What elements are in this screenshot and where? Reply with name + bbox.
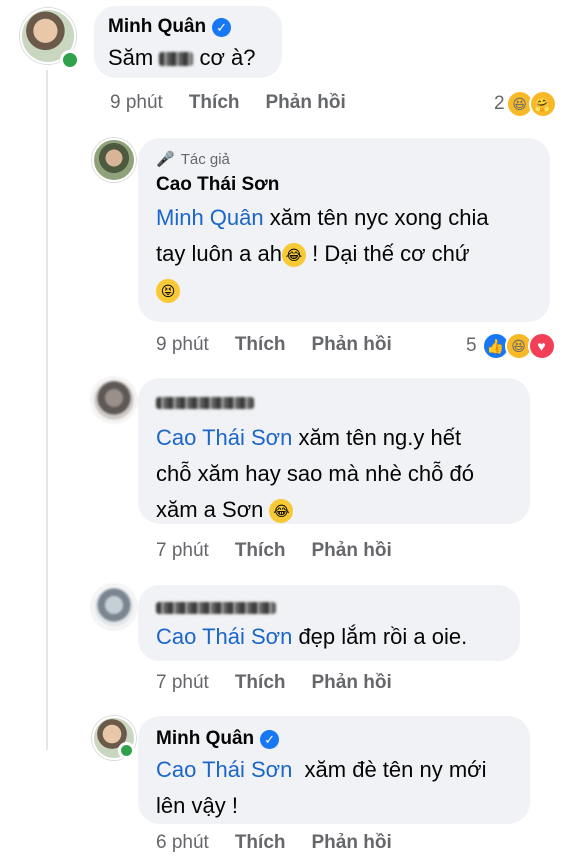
reply-button[interactable]: Phản hồi: [312, 672, 392, 694]
comment-line: ! Dại thế cơ chứ: [305, 241, 470, 266]
laughing-emoji-icon: 😂: [269, 499, 294, 524]
comment-line: xăm tên ng.y hết: [292, 425, 462, 450]
microphone-icon: 🎤: [156, 151, 175, 168]
avatar[interactable]: [92, 585, 136, 629]
verified-badge-icon: ✓: [260, 729, 280, 749]
love-reaction-icon: ♥: [527, 332, 556, 360]
mention-link[interactable]: Minh Quân: [156, 205, 264, 230]
laughing-emoji-icon: 😂: [281, 243, 306, 268]
mention-link[interactable]: Cao Thái Sơn: [156, 624, 292, 649]
like-button[interactable]: Thích: [235, 832, 286, 854]
comment-text-start: Săm: [108, 45, 154, 70]
like-button[interactable]: Thích: [235, 540, 286, 562]
comment-text-end: cơ à?: [199, 45, 256, 70]
timestamp[interactable]: 7 phút: [156, 540, 209, 562]
comment-actions: 9 phút Thích Phản hồi: [110, 92, 346, 114]
tongue-out-emoji-icon: 😝: [156, 279, 180, 304]
comment-line: tay luôn a ah: [156, 241, 282, 266]
commenter-name-censored[interactable]: [156, 599, 506, 617]
verified-badge-icon: ✓: [212, 17, 232, 37]
commenter-name-text[interactable]: Minh Quân: [108, 16, 206, 38]
comment-line: xăm a Sơn: [156, 497, 264, 522]
comment-line: xăm tên nyc xong chia: [263, 205, 489, 230]
reply-button[interactable]: Phản hồi: [266, 92, 346, 114]
reaction-count: 5: [466, 335, 477, 356]
timestamp[interactable]: 9 phút: [156, 334, 209, 356]
comment-text: Săm cơ à?: [108, 40, 256, 76]
comment-actions: 7 phút Thích Phản hồi: [156, 540, 392, 562]
timestamp[interactable]: 6 phút: [156, 832, 209, 854]
comment-line: đẹp lắm rồi a oie.: [292, 624, 468, 649]
commenter-name-text[interactable]: Cao Thái Sơn: [156, 174, 279, 196]
author-badge: 🎤 Tác giả: [156, 150, 536, 169]
censored-name: [156, 396, 254, 409]
reaction-summary[interactable]: 5 👍 😆 ♥: [466, 332, 556, 360]
comment-actions: 6 phút Thích Phản hồi: [156, 832, 392, 854]
mention-link[interactable]: Cao Thái Sơn: [156, 757, 292, 782]
comment-line: chỗ xăm hay sao mà nhè chỗ đó: [156, 461, 474, 486]
comment-text: Cao Thái Sơn đẹp lắm rồi a oie.: [156, 619, 506, 655]
comment-text: Cao Thái Sơn xăm đè tên ny mới lên vậy !: [156, 752, 516, 824]
reaction-summary[interactable]: 2 😆 🤗: [494, 90, 557, 118]
comment-line: lên vậy !: [156, 793, 238, 818]
commenter-name[interactable]: Cao Thái Sơn: [156, 174, 536, 196]
comment-bubble: 🎤 Tác giả Cao Thái Sơn Minh Quân xăm tên…: [138, 138, 550, 322]
commenter-name[interactable]: Minh Quân ✓: [156, 728, 516, 750]
reply-button[interactable]: Phản hồi: [312, 334, 392, 356]
avatar[interactable]: [92, 378, 136, 422]
comment-bubble: Minh Quân ✓ Săm cơ à?: [94, 6, 282, 78]
censored-word: [159, 52, 194, 67]
timestamp[interactable]: 9 phút: [110, 92, 163, 114]
timestamp[interactable]: 7 phút: [156, 672, 209, 694]
reaction-count: 2: [494, 93, 505, 114]
comment-line: xăm đè tên ny mới: [292, 757, 487, 782]
online-status-icon: [60, 50, 80, 70]
care-reaction-icon: 🤗: [528, 90, 557, 118]
comment-bubble: Cao Thái Sơn đẹp lắm rồi a oie.: [138, 585, 520, 661]
commenter-name-text[interactable]: Minh Quân: [156, 728, 254, 750]
comment-bubble: Minh Quân ✓ Cao Thái Sơn xăm đè tên ny m…: [138, 716, 530, 824]
comment-text: Cao Thái Sơn xăm tên ng.y hết chỗ xăm ha…: [156, 420, 516, 528]
comment-text: Minh Quân xăm tên nyc xong chia tay luôn…: [156, 200, 536, 308]
online-status-icon: [118, 742, 135, 759]
like-button[interactable]: Thích: [189, 92, 240, 114]
author-badge-label: Tác giả: [180, 150, 230, 168]
avatar[interactable]: [92, 138, 136, 182]
comment-actions: 7 phút Thích Phản hồi: [156, 672, 392, 694]
mention-link[interactable]: Cao Thái Sơn: [156, 425, 292, 450]
censored-name: [156, 601, 276, 614]
reply-thread-line: [46, 70, 48, 750]
commenter-name[interactable]: Minh Quân ✓: [108, 16, 256, 38]
comment-actions: 9 phút Thích Phản hồi: [156, 334, 392, 356]
like-button[interactable]: Thích: [235, 334, 286, 356]
commenter-name-censored[interactable]: [156, 394, 516, 412]
reply-button[interactable]: Phản hồi: [312, 540, 392, 562]
reply-button[interactable]: Phản hồi: [312, 832, 392, 854]
like-button[interactable]: Thích: [235, 672, 286, 694]
comment-bubble: Cao Thái Sơn xăm tên ng.y hết chỗ xăm ha…: [138, 378, 530, 524]
